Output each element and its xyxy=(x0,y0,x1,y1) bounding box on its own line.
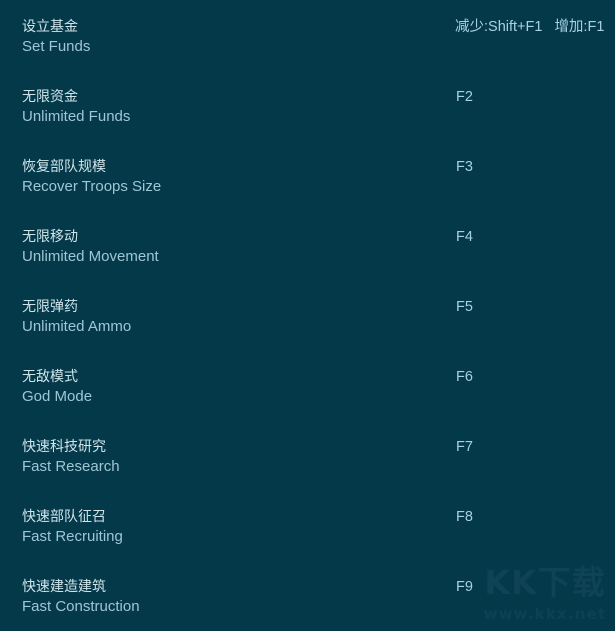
cheat-name-cn: 恢复部队规模 xyxy=(22,158,106,174)
cheat-hotkey[interactable]: F6 xyxy=(456,367,473,387)
cheat-hotkey-increase: 增加:F1 xyxy=(554,19,605,35)
cheat-row[interactable]: 无限资金 Unlimited Funds F2 xyxy=(0,70,615,140)
cheat-label-group: 无敌模式 God Mode xyxy=(22,366,422,407)
cheat-label-group: 快速部队征召 Fast Recruiting xyxy=(22,506,422,547)
cheat-name-en: Unlimited Movement xyxy=(22,248,159,265)
cheat-label-group: 恢复部队规模 Recover Troops Size xyxy=(22,156,422,197)
cheat-name-cn: 无敌模式 xyxy=(22,368,78,384)
cheat-name-en: Unlimited Ammo xyxy=(22,318,132,335)
cheat-hotkey[interactable]: F4 xyxy=(456,227,473,247)
cheat-label-group: 无限资金 Unlimited Funds xyxy=(22,86,422,127)
cheat-name-cn: 快速建造建筑 xyxy=(22,578,106,594)
cheat-name-en: Fast Research xyxy=(22,458,120,475)
cheat-label-group: 无限弹药 Unlimited Ammo xyxy=(22,296,422,337)
cheat-hotkey[interactable]: F9 xyxy=(456,577,473,597)
cheat-name-cn: 快速科技研究 xyxy=(22,438,106,454)
cheat-row[interactable]: 无敌模式 God Mode F6 xyxy=(0,350,615,420)
cheat-hotkey-decrease: 减少:Shift+F1 xyxy=(455,19,543,35)
cheat-hotkey[interactable]: 减少:Shift+F1 增加:F1 xyxy=(455,17,604,37)
cheat-name-en: Unlimited Funds xyxy=(22,108,131,125)
cheat-name-en: Set Funds xyxy=(22,38,91,55)
cheat-label-group: 无限移动 Unlimited Movement xyxy=(22,226,422,267)
cheat-name-en: Fast Recruiting xyxy=(22,528,123,545)
cheat-label-group: 设立基金 Set Funds xyxy=(22,16,422,57)
cheat-label-group: 快速建造建筑 Fast Construction xyxy=(22,576,422,617)
cheat-row[interactable]: 无限移动 Unlimited Movement F4 xyxy=(0,210,615,280)
cheat-label-group: 快速科技研究 Fast Research xyxy=(22,436,422,477)
cheat-row[interactable]: 设立基金 Set Funds 减少:Shift+F1 增加:F1 xyxy=(0,0,615,70)
cheat-name-cn: 无限资金 xyxy=(22,88,78,104)
cheat-row[interactable]: 快速建造建筑 Fast Construction F9 xyxy=(0,560,615,630)
cheat-hotkey[interactable]: F7 xyxy=(456,437,473,457)
cheat-hotkey[interactable]: F2 xyxy=(456,87,473,107)
cheat-name-en: Fast Construction xyxy=(22,598,140,615)
cheat-name-cn: 无限弹药 xyxy=(22,298,78,314)
cheat-hotkey[interactable]: F8 xyxy=(456,507,473,527)
trainer-cheat-panel: 设立基金 Set Funds 减少:Shift+F1 增加:F1 无限资金 Unl… xyxy=(0,0,615,631)
cheat-row[interactable]: 快速科技研究 Fast Research F7 xyxy=(0,420,615,490)
cheat-name-cn: 快速部队征召 xyxy=(22,508,106,524)
cheat-row[interactable]: 恢复部队规模 Recover Troops Size F3 xyxy=(0,140,615,210)
cheat-hotkey[interactable]: F5 xyxy=(456,297,473,317)
cheat-name-en: God Mode xyxy=(22,388,93,405)
cheat-name-cn: 无限移动 xyxy=(22,228,78,244)
cheat-row[interactable]: 无限弹药 Unlimited Ammo F5 xyxy=(0,280,615,350)
cheat-name-en: Recover Troops Size xyxy=(22,178,162,195)
cheat-hotkey[interactable]: F3 xyxy=(456,157,473,177)
cheat-row[interactable]: 快速部队征召 Fast Recruiting F8 xyxy=(0,490,615,560)
cheat-option-list: 设立基金 Set Funds 减少:Shift+F1 增加:F1 无限资金 Unl… xyxy=(0,0,615,630)
cheat-name-cn: 设立基金 xyxy=(22,18,78,34)
